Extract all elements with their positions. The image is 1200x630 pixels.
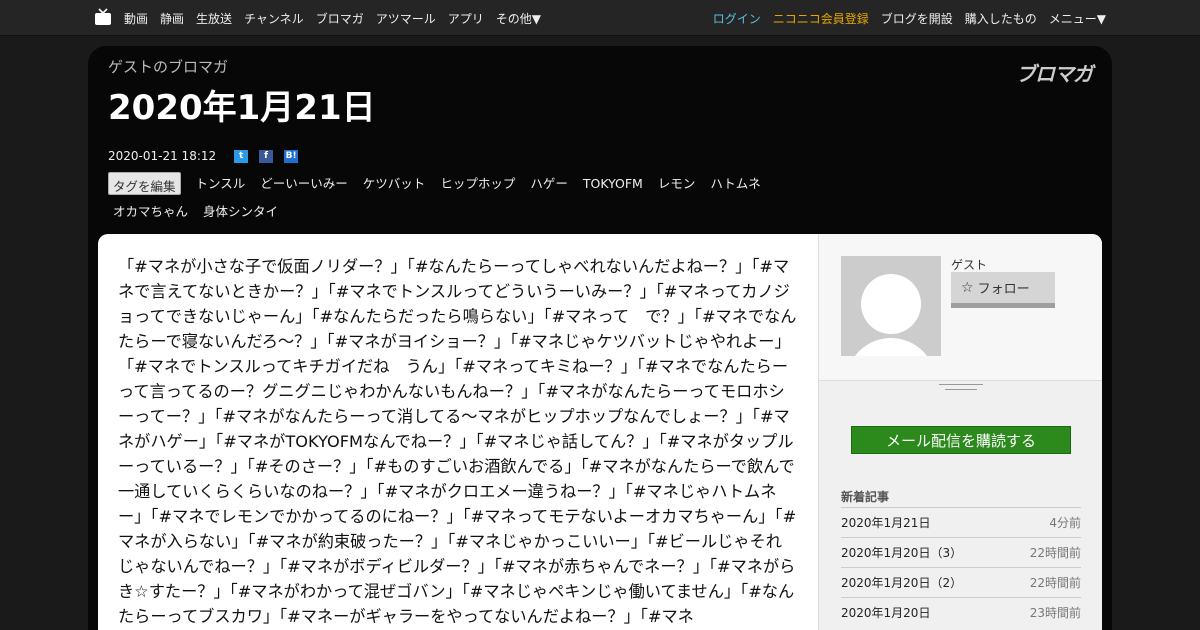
resize-grip-icon[interactable] bbox=[939, 384, 983, 396]
tag-item[interactable]: ヒップホップ bbox=[435, 172, 520, 195]
recent-articles-list: 2020年1月21日 4分前 2020年1月20日（3） 22時間前 2020年… bbox=[841, 507, 1081, 627]
tag-item[interactable]: オカマちゃん bbox=[108, 200, 193, 223]
nav-seiga[interactable]: 静画 bbox=[160, 10, 184, 27]
tag-list: タグを編集 トンスル どーいーいみー ケツバット ヒップホップ ハゲー TOKY… bbox=[108, 172, 808, 223]
tag-item[interactable]: どーいーいみー bbox=[255, 172, 353, 195]
author-name[interactable]: ゲスト bbox=[951, 256, 987, 273]
nav-app[interactable]: アプリ bbox=[448, 10, 484, 27]
follow-button[interactable]: ☆ フォロー bbox=[951, 272, 1055, 308]
sidebar: ゲスト ☆ フォロー メール配信を購読する 新着記事 2020年1月21日 4分… bbox=[818, 234, 1102, 630]
facebook-share-icon[interactable]: f bbox=[259, 149, 274, 163]
blomaga-logo[interactable]: ブロマガ bbox=[1016, 58, 1093, 87]
tag-item[interactable]: ハトムネ bbox=[705, 172, 765, 195]
purchased-link[interactable]: 購入したもの bbox=[965, 10, 1037, 27]
tag-item[interactable]: 身体シンタイ bbox=[198, 200, 283, 223]
twitter-share-icon[interactable]: t bbox=[234, 149, 249, 163]
nav-douga[interactable]: 動画 bbox=[124, 10, 148, 27]
recent-article-time: 22時間前 bbox=[1029, 546, 1081, 560]
tag-item[interactable]: TOKYOFM bbox=[578, 172, 648, 195]
menu-dropdown[interactable]: メニュー▼ bbox=[1049, 10, 1106, 27]
avatar-head-shape bbox=[861, 274, 921, 334]
nav-links: 動画 静画 生放送 チャンネル ブロマガ アツマール アプリ その他▼ bbox=[124, 0, 553, 36]
recent-article-title[interactable]: 2020年1月20日 bbox=[841, 604, 930, 621]
recent-article-time: 22時間前 bbox=[1029, 576, 1081, 590]
niconico-tv-icon[interactable] bbox=[94, 8, 112, 26]
recent-article-title[interactable]: 2020年1月21日 bbox=[841, 514, 930, 531]
recent-article-title[interactable]: 2020年1月20日（2） bbox=[841, 574, 962, 591]
recent-article-time: 4分前 bbox=[1049, 516, 1081, 530]
edit-tags-button[interactable]: タグを編集 bbox=[108, 172, 181, 195]
recent-article-time: 23時間前 bbox=[1029, 606, 1081, 620]
subscribe-mail-button[interactable]: メール配信を購読する bbox=[851, 426, 1071, 454]
tag-item[interactable]: ケツバット bbox=[358, 172, 431, 195]
register-link[interactable]: ニコニコ会員登録 bbox=[773, 10, 869, 27]
article-title: 2020年1月21日 bbox=[108, 88, 376, 128]
start-blog-link[interactable]: ブログを開設 bbox=[881, 10, 953, 27]
nav-blomaga[interactable]: ブロマガ bbox=[316, 10, 364, 27]
list-item[interactable]: 2020年1月20日 23時間前 bbox=[841, 597, 1081, 627]
tag-item[interactable]: トンスル bbox=[191, 172, 251, 195]
list-item[interactable]: 2020年1月20日（2） 22時間前 bbox=[841, 567, 1081, 597]
list-item[interactable]: 2020年1月21日 4分前 bbox=[841, 507, 1081, 537]
author-profile: ゲスト ☆ フォロー bbox=[819, 234, 1102, 381]
blog-name-link[interactable]: ゲストのブロマガ bbox=[108, 56, 228, 77]
global-nav: 動画 静画 生放送 チャンネル ブロマガ アツマール アプリ その他▼ ログイン… bbox=[0, 0, 1200, 36]
follow-label: フォロー bbox=[977, 282, 1030, 297]
nav-more-dropdown[interactable]: その他▼ bbox=[496, 10, 541, 27]
tag-item[interactable]: レモン bbox=[653, 172, 701, 195]
article-content: 「#マネが小さな子で仮面ノリダー？」「#なんたらーってしゃべれないんだよねー？」… bbox=[98, 234, 1102, 630]
article-body: 「#マネが小さな子で仮面ノリダー？」「#なんたらーってしゃべれないんだよねー？」… bbox=[118, 257, 797, 626]
list-item[interactable]: 2020年1月20日（3） 22時間前 bbox=[841, 537, 1081, 567]
nav-account: ログイン ニコニコ会員登録 ブログを開設 購入したもの メニュー▼ bbox=[701, 0, 1106, 36]
nav-channel[interactable]: チャンネル bbox=[244, 10, 304, 27]
recent-articles-heading: 新着記事 bbox=[841, 490, 890, 504]
star-icon: ☆ bbox=[961, 279, 974, 296]
avatar-body-shape bbox=[846, 338, 936, 356]
avatar[interactable] bbox=[841, 256, 941, 356]
recent-article-title[interactable]: 2020年1月20日（3） bbox=[841, 544, 962, 561]
article-datetime: 2020-01-21 18:12 bbox=[108, 149, 217, 163]
nav-atsumaru[interactable]: アツマール bbox=[376, 10, 436, 27]
nav-live[interactable]: 生放送 bbox=[196, 10, 232, 27]
login-link[interactable]: ログイン bbox=[713, 10, 761, 27]
hatena-bookmark-icon[interactable]: B! bbox=[284, 149, 299, 163]
article-meta: 2020-01-21 18:12 t f B! bbox=[108, 149, 309, 163]
tag-item[interactable]: ハゲー bbox=[525, 172, 573, 195]
